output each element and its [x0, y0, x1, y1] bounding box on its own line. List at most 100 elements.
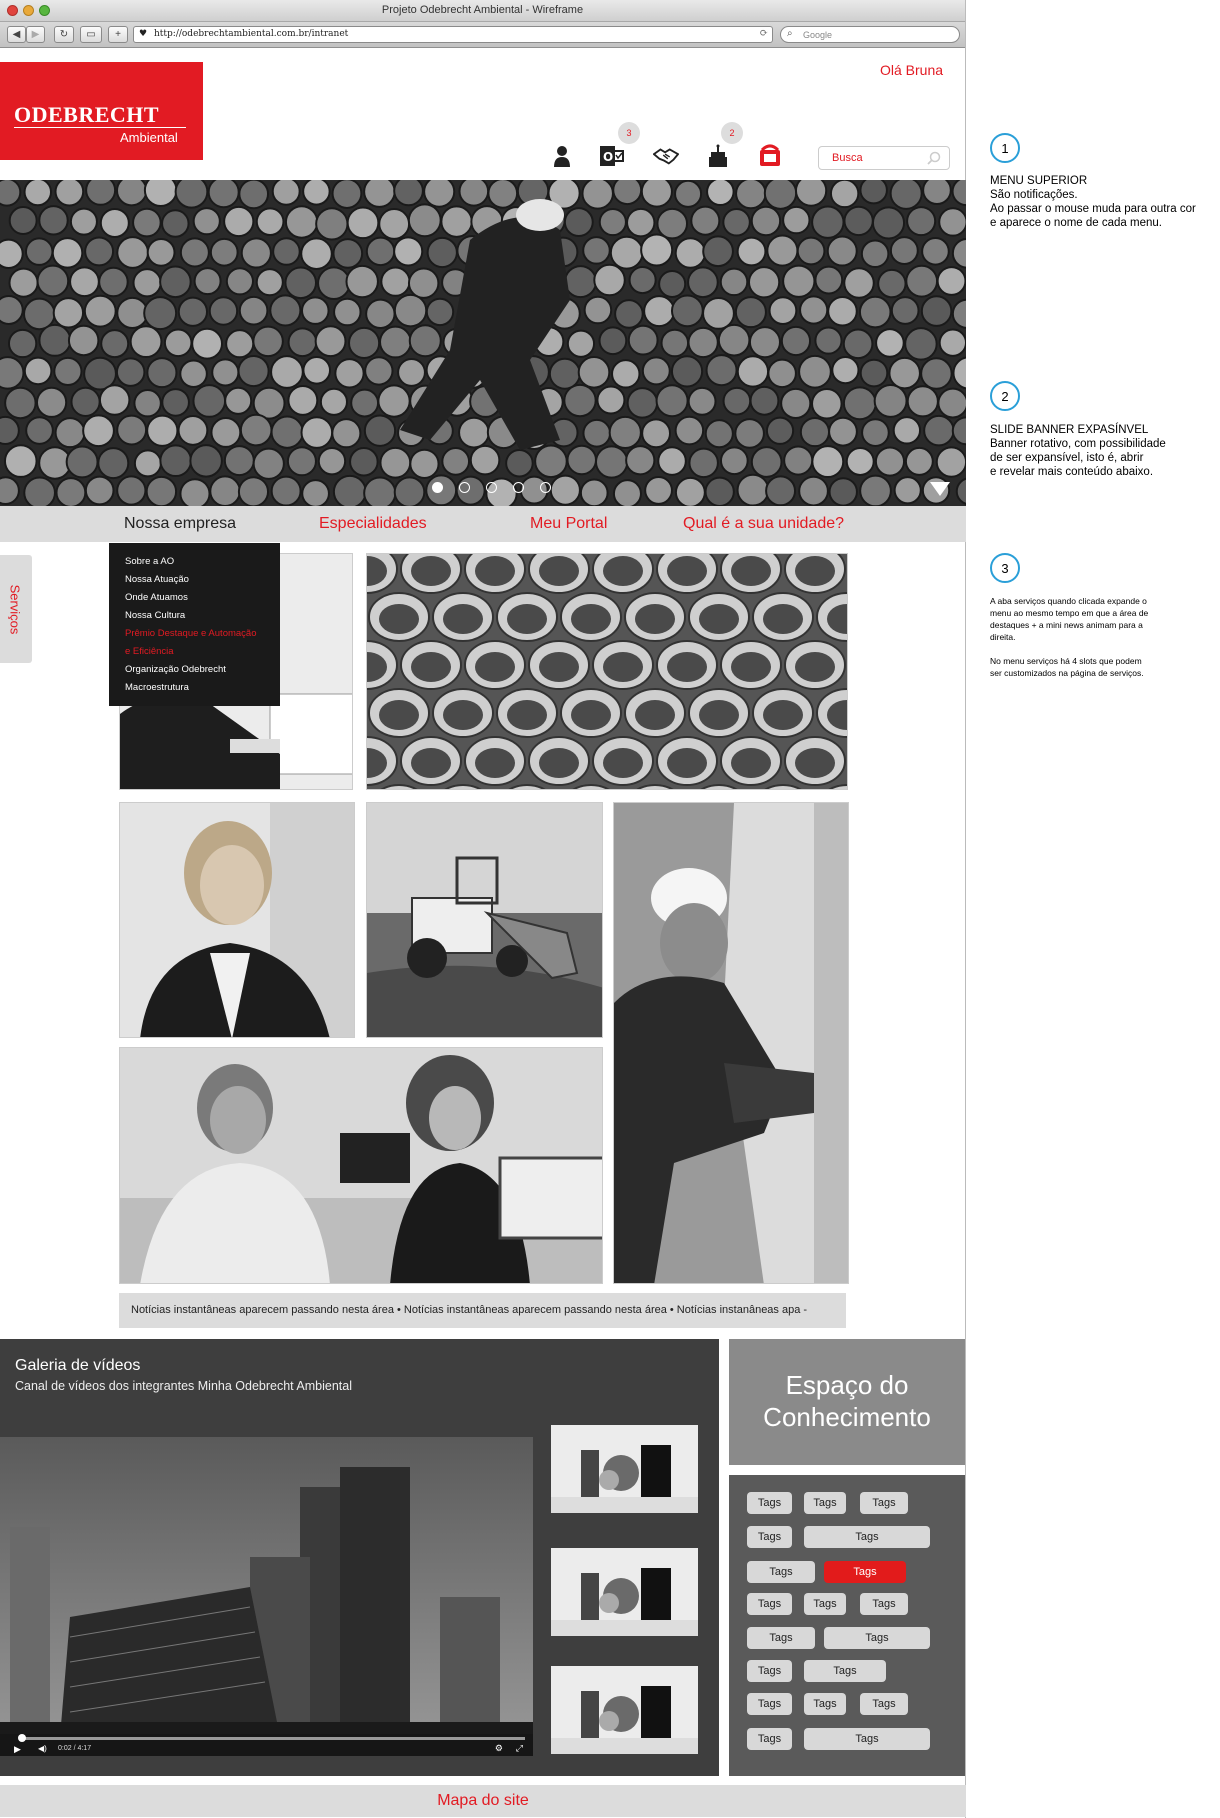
outlook-icon: O: [600, 146, 624, 166]
tag-button[interactable]: Tags: [747, 1693, 792, 1715]
dropdown-item-macroestrutura[interactable]: Macroestrutura: [125, 679, 280, 697]
highlight-photo-woman[interactable]: [119, 802, 355, 1038]
knowledge-space-panel[interactable]: Espaço do Conhecimento: [729, 1339, 965, 1465]
highlight-photo-pipes[interactable]: [366, 553, 848, 790]
reader-icon[interactable]: ⟳: [760, 28, 768, 39]
logo-divider: [14, 127, 186, 128]
nav-meu-portal[interactable]: Meu Portal: [530, 515, 607, 533]
tag-button[interactable]: Tags: [804, 1660, 886, 1682]
tag-button[interactable]: Tags: [747, 1627, 815, 1649]
video-player[interactable]: ▶ ◀) 0:02 / 4:17 ⚙ ⤢: [0, 1437, 533, 1756]
partnership-menu-button[interactable]: [653, 143, 679, 169]
industrial-worker-photo: [614, 803, 848, 1283]
banner-dot-1[interactable]: [432, 482, 443, 493]
dropdown-item-atuacao[interactable]: Nossa Atuação: [125, 571, 280, 589]
settings-gear-icon[interactable]: ⚙: [495, 1743, 503, 1754]
tag-button[interactable]: Tags: [860, 1492, 908, 1514]
video-thumbnail-3[interactable]: [551, 1666, 698, 1754]
video-progress-handle[interactable]: [18, 1734, 26, 1742]
tag-button[interactable]: Tags: [860, 1693, 908, 1715]
window-titlebar: Projeto Odebrecht Ambiental - Wireframe: [0, 0, 965, 22]
page: Projeto Odebrecht Ambiental - Wireframe …: [0, 0, 1220, 1818]
dropdown-item-organizacao[interactable]: Organização Odebrecht: [125, 661, 280, 679]
smiling-woman-photo: [120, 803, 354, 1037]
main-navigation: Nossa empresa Especialidades Meu Portal …: [0, 506, 966, 542]
tag-button[interactable]: Tags: [804, 1492, 846, 1514]
nav-especialidades[interactable]: Especialidades: [319, 515, 427, 533]
video-thumbnail-1[interactable]: [551, 1425, 698, 1513]
dropdown-item-premio-cont[interactable]: e Eficiência: [125, 643, 280, 661]
birthdays-notification-badge: 2: [721, 122, 743, 144]
dropdown-item-premio[interactable]: Prêmio Destaque e Automação: [125, 625, 280, 643]
phone-support-icon: [760, 144, 780, 166]
fullscreen-icon[interactable]: ⤢: [516, 1743, 523, 1754]
sitemap-link[interactable]: Mapa do site: [0, 1785, 966, 1817]
dropdown-item-sobre[interactable]: Sobre a AO: [125, 553, 280, 571]
city-buildings-video-frame: [0, 1437, 533, 1756]
tag-button[interactable]: Tags: [747, 1660, 792, 1682]
highlight-photo-worker[interactable]: [613, 802, 849, 1284]
browser-toolbar: ◀ ▶ ↻ ▭ + ♥ http://odebrechtambiental.co…: [0, 22, 965, 48]
nav-nossa-empresa[interactable]: Nossa empresa: [124, 515, 236, 533]
concrete-pipes-photo: [367, 554, 847, 789]
browser-search-field[interactable]: ⌕ Google: [780, 26, 960, 43]
annotation-number-1: 1: [990, 133, 1020, 163]
tag-button[interactable]: Tags: [804, 1728, 930, 1750]
tag-button[interactable]: Tags: [747, 1728, 792, 1750]
site-search-input[interactable]: Busca: [818, 146, 950, 170]
annotation-text-3: A aba serviços quando clicada expande o …: [990, 596, 1149, 678]
video-thumbnail-image: [551, 1548, 698, 1636]
hero-banner-slideshow[interactable]: [0, 180, 966, 506]
highlight-photo-meeting[interactable]: [119, 1047, 603, 1284]
bookmarks-button[interactable]: ▭: [80, 26, 102, 43]
tag-button[interactable]: Tags: [804, 1693, 846, 1715]
birthdays-menu-button[interactable]: [705, 143, 731, 169]
services-tab-label: Serviços: [7, 584, 23, 635]
new-tab-button[interactable]: +: [108, 26, 128, 43]
annotation-number-2: 2: [990, 381, 1020, 411]
window-title: Projeto Odebrecht Ambiental - Wireframe: [381, 4, 584, 16]
company-logo[interactable]: ODEBRECHT Ambiental: [0, 62, 203, 160]
play-icon[interactable]: ▶: [14, 1744, 21, 1755]
volume-icon[interactable]: ◀): [38, 1744, 47, 1753]
back-button[interactable]: ◀: [7, 26, 26, 43]
dropdown-item-cultura[interactable]: Nossa Cultura: [125, 607, 280, 625]
magnifier-icon[interactable]: [927, 151, 941, 165]
banner-dot-5[interactable]: [540, 482, 551, 493]
banner-dot-2[interactable]: [459, 482, 470, 493]
video-time: 0:02 / 4:17: [58, 1745, 92, 1752]
tag-button[interactable]: Tags: [860, 1593, 908, 1615]
services-side-tab[interactable]: Serviços: [0, 555, 32, 663]
support-menu-button[interactable]: [757, 143, 783, 169]
browser-search-placeholder: Google: [803, 30, 833, 40]
news-ticker[interactable]: Notícias instantâneas aparecem passando …: [119, 1293, 846, 1328]
annotation-text-2: SLIDE BANNER EXPASÍNVEL Banner rotativo,…: [990, 424, 1166, 478]
banner-dot-3[interactable]: [486, 482, 497, 493]
tag-button[interactable]: Tags: [747, 1593, 792, 1615]
profile-menu-button[interactable]: [549, 143, 575, 169]
tag-button[interactable]: Tags: [747, 1561, 815, 1583]
forward-arrow-icon: ▶: [31, 29, 40, 40]
tag-button[interactable]: Tags: [824, 1627, 930, 1649]
tag-button[interactable]: Tags: [804, 1526, 930, 1548]
video-progress-track[interactable]: [20, 1737, 525, 1740]
tag-button-active[interactable]: Tags: [824, 1561, 906, 1583]
banner-dot-4[interactable]: [513, 482, 524, 493]
reload-button[interactable]: ↻: [54, 26, 74, 43]
nav-qual-unidade[interactable]: Qual é a sua unidade?: [683, 515, 844, 533]
meeting-photo: [120, 1048, 602, 1283]
video-thumbnail-2[interactable]: [551, 1548, 698, 1636]
back-arrow-icon: ◀: [12, 29, 21, 40]
dropdown-item-onde-atuamos[interactable]: Onde Atuamos: [125, 589, 280, 607]
annotation-text-1: MENU SUPERIOR São notificações. Ao passa…: [990, 175, 1196, 229]
logo-subtitle: Ambiental: [120, 130, 178, 145]
address-bar[interactable]: ♥ http://odebrechtambiental.com.br/intra…: [133, 26, 773, 43]
forward-button[interactable]: ▶: [26, 26, 45, 43]
user-greeting[interactable]: Olá Bruna: [880, 62, 943, 78]
tag-button[interactable]: Tags: [804, 1593, 846, 1615]
highlight-photo-backhoe[interactable]: [366, 802, 603, 1038]
banner-expand-arrow-icon[interactable]: [930, 482, 950, 496]
tag-button[interactable]: Tags: [747, 1492, 792, 1514]
email-menu-button[interactable]: O: [599, 143, 625, 169]
tag-button[interactable]: Tags: [747, 1526, 792, 1548]
